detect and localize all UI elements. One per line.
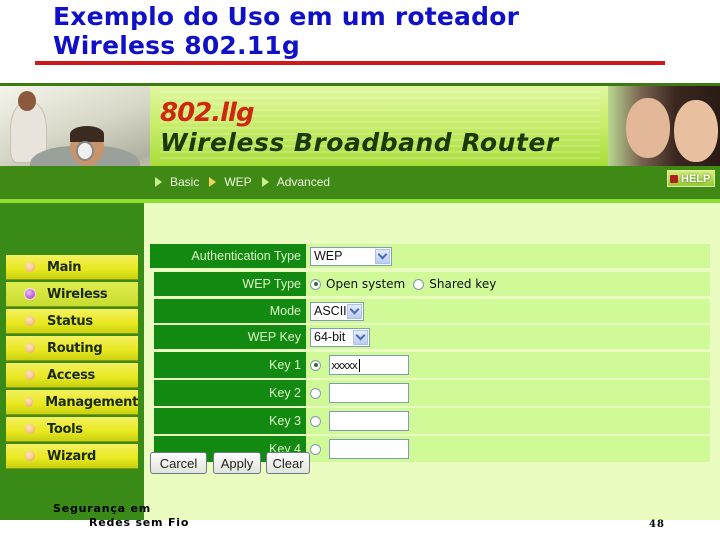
row-wep-key: WEP Key 64-bit bbox=[154, 325, 710, 349]
help-button[interactable]: HELP bbox=[667, 170, 715, 187]
crumb-wep[interactable]: WEP bbox=[224, 175, 251, 189]
mode-select[interactable]: ASCII bbox=[310, 301, 364, 321]
slide-footer: Segurança em Redes sem Fio bbox=[53, 502, 189, 530]
sidebar: Main Wireless Status Routing Access Mana… bbox=[0, 203, 144, 520]
cancel-button[interactable]: Carcel bbox=[150, 452, 207, 474]
sidebar-item-label: Status bbox=[47, 313, 93, 329]
breadcrumb: Basic WEP Advanced bbox=[155, 175, 336, 189]
radio-key-3[interactable] bbox=[310, 415, 321, 427]
chevron-down-icon bbox=[375, 248, 390, 264]
logo-model: 802.llg bbox=[160, 98, 255, 128]
shared-key-label: Shared key bbox=[429, 277, 497, 291]
arrow-right-icon bbox=[209, 177, 217, 187]
wep-key-label: WEP Key bbox=[154, 325, 306, 349]
key-3-input[interactable] bbox=[329, 411, 409, 431]
sidebar-item-label: Wireless bbox=[47, 286, 108, 302]
footer-line2: Redes sem Fio bbox=[89, 516, 190, 529]
radio-open-system[interactable] bbox=[310, 278, 321, 290]
row-key-2: Key 2 bbox=[154, 380, 710, 406]
sidebar-menu: Main Wireless Status Routing Access Mana… bbox=[6, 255, 138, 471]
bullet-icon bbox=[25, 316, 35, 326]
open-system-label: Open system bbox=[326, 277, 406, 291]
sidebar-item-tools[interactable]: Tools bbox=[6, 417, 138, 442]
logo-product: Wireless Broadband Router bbox=[160, 128, 559, 157]
headphones-icon bbox=[76, 141, 94, 161]
page-number: 48 bbox=[649, 519, 665, 530]
sidebar-item-label: Management bbox=[45, 394, 138, 410]
crumb-advanced[interactable]: Advanced bbox=[277, 175, 330, 189]
footer-line1: Segurança em bbox=[53, 502, 152, 515]
help-icon bbox=[670, 174, 678, 183]
bullet-icon bbox=[25, 343, 35, 353]
key-4-input[interactable] bbox=[329, 439, 409, 459]
sidebar-item-access[interactable]: Access bbox=[6, 363, 138, 388]
auth-type-label: Authentication Type bbox=[150, 244, 306, 268]
sidebar-item-label: Access bbox=[47, 367, 95, 383]
sidebar-item-routing[interactable]: Routing bbox=[6, 336, 138, 361]
banner-photo-right bbox=[608, 86, 720, 169]
title-underline bbox=[35, 61, 665, 65]
bullet-icon bbox=[25, 397, 34, 407]
bullet-icon bbox=[25, 370, 35, 380]
auth-type-select[interactable]: WEP bbox=[310, 246, 392, 266]
wep-type-label: WEP Type bbox=[154, 272, 306, 296]
sidebar-item-label: Tools bbox=[47, 421, 83, 437]
chevron-down-icon bbox=[353, 329, 368, 345]
row-key-3: Key 3 bbox=[154, 408, 710, 434]
arrow-right-icon bbox=[155, 177, 162, 187]
bullet-active-icon bbox=[25, 289, 35, 299]
radio-key-4[interactable] bbox=[310, 443, 321, 455]
row-auth-type: Authentication Type WEP bbox=[150, 244, 710, 268]
bullet-icon bbox=[25, 451, 35, 461]
apply-button[interactable]: Apply bbox=[213, 452, 261, 474]
slide-title: Exemplo do Uso em um roteador Wireless 8… bbox=[53, 2, 519, 60]
crumb-basic[interactable]: Basic bbox=[170, 175, 199, 189]
help-label: HELP bbox=[681, 172, 711, 185]
sidebar-item-label: Wizard bbox=[47, 448, 97, 464]
row-wep-type: WEP Type Open system Shared key bbox=[154, 272, 710, 296]
chevron-down-icon bbox=[347, 303, 362, 319]
key-2-input[interactable] bbox=[329, 383, 409, 403]
arrow-right-icon bbox=[261, 177, 269, 187]
clear-button[interactable]: Clear bbox=[266, 452, 310, 474]
key-2-label: Key 2 bbox=[154, 380, 306, 406]
bullet-icon bbox=[25, 424, 35, 434]
router-screenshot: 802.llg Wireless Broadband Router Basic … bbox=[0, 83, 720, 520]
radio-key-1[interactable] bbox=[310, 359, 321, 371]
sidebar-item-wireless[interactable]: Wireless bbox=[6, 282, 138, 307]
nav-bar bbox=[0, 166, 720, 199]
sidebar-item-main[interactable]: Main bbox=[6, 255, 138, 280]
slide-title-line1: Exemplo do Uso em um roteador bbox=[53, 2, 520, 31]
key-3-label: Key 3 bbox=[154, 408, 306, 434]
wep-key-select[interactable]: 64-bit bbox=[310, 327, 370, 347]
sidebar-item-label: Main bbox=[47, 259, 82, 275]
sidebar-item-status[interactable]: Status bbox=[6, 309, 138, 334]
sidebar-item-label: Routing bbox=[47, 340, 103, 356]
mode-label: Mode bbox=[154, 299, 306, 323]
sidebar-item-management[interactable]: Management bbox=[6, 390, 138, 415]
radio-key-2[interactable] bbox=[310, 387, 321, 399]
bullet-icon bbox=[25, 262, 35, 272]
row-key-1: Key 1 xxxxx bbox=[154, 352, 710, 378]
radio-shared-key[interactable] bbox=[413, 278, 425, 290]
sidebar-item-wizard[interactable]: Wizard bbox=[6, 444, 138, 469]
row-mode: Mode ASCII bbox=[154, 299, 710, 323]
text-cursor bbox=[358, 358, 360, 372]
slide-title-line2: Wireless 802.11g bbox=[53, 31, 300, 60]
key-1-label: Key 1 bbox=[154, 352, 306, 378]
router-banner: 802.llg Wireless Broadband Router bbox=[0, 83, 720, 206]
key-1-input[interactable]: xxxxx bbox=[329, 355, 409, 375]
